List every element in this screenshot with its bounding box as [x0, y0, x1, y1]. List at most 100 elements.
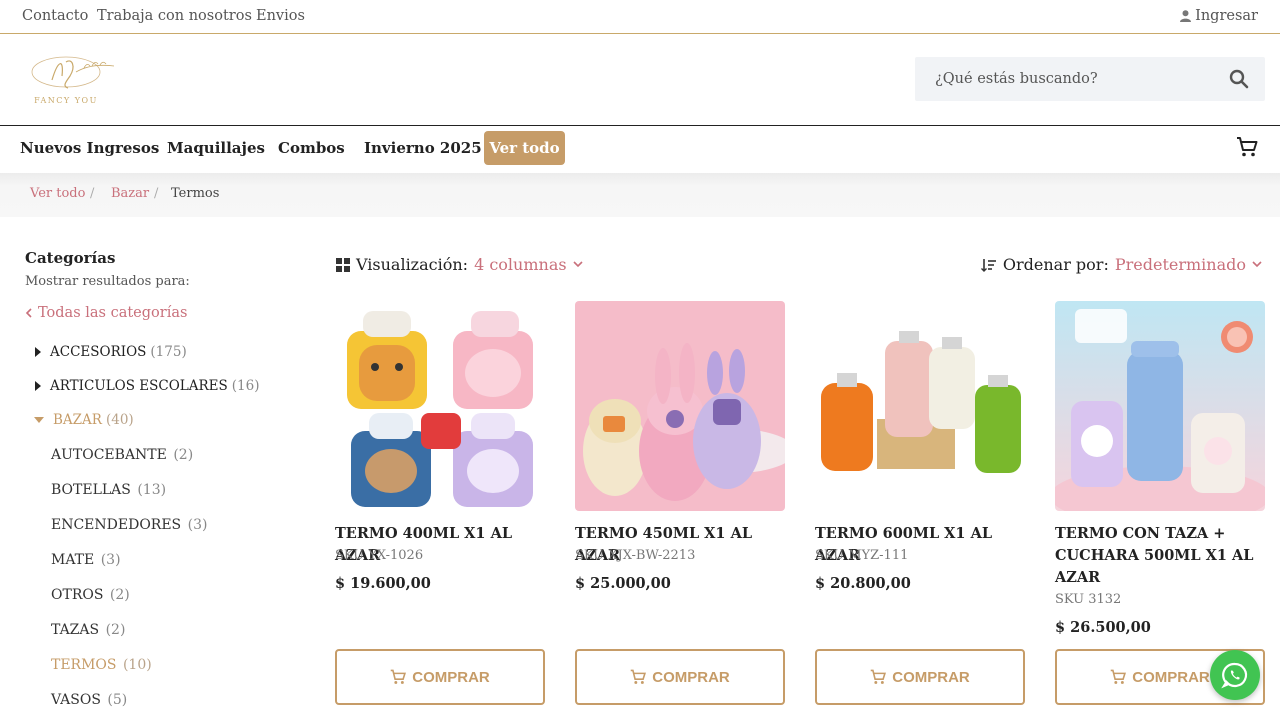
shipping-link[interactable]: Envios	[256, 8, 305, 24]
nav-item-invierno-2025[interactable]: Invierno 2025	[364, 139, 482, 157]
product-card: TERMO 450ML X1 AL AZAR SKU XJX-BW-2213 $…	[575, 301, 785, 592]
product-card: TERMO 600ML X1 AL AZAR SKU MYZ-111 $ 20.…	[815, 301, 1025, 592]
subcategory-encendedores[interactable]: ENCENDEDORES (3)	[51, 517, 207, 533]
svg-text:FANCY YOU: FANCY YOU	[34, 96, 98, 105]
product-card: TERMO 400ML X1 AL AZAR SKU YX-1026 $ 19.…	[335, 301, 545, 592]
subcategory-label: TERMOS	[51, 657, 117, 673]
breadcrumb-ver-todo[interactable]: Ver todo	[30, 186, 85, 201]
login-label: Ingresar	[1195, 8, 1258, 24]
product-image[interactable]	[575, 301, 785, 511]
cart-icon	[1110, 669, 1127, 684]
top-bar: Contacto Trabaja con nosotros Envios Ing…	[0, 0, 1280, 34]
view-dropdown[interactable]: 4 columnas	[474, 255, 583, 274]
nav-item-nuevos-ingresos[interactable]: Nuevos Ingresos	[20, 139, 159, 157]
all-categories-label: Todas las categorías	[38, 305, 188, 321]
category-label: BAZAR	[53, 412, 102, 428]
breadcrumb-separator: /	[90, 186, 95, 201]
sort-dropdown[interactable]: Predeterminado	[1115, 255, 1262, 274]
category-bazar[interactable]: BAZAR (40)	[34, 412, 134, 428]
product-sku: SKU YX-1026	[335, 548, 424, 563]
search-box	[915, 57, 1265, 101]
subcategory-label: ENCENDEDORES	[51, 517, 182, 533]
product-image[interactable]	[335, 301, 545, 511]
grid-icon	[336, 257, 350, 272]
sort-icon	[980, 258, 996, 272]
nav-item-maquillajes[interactable]: Maquillajes	[167, 139, 265, 157]
whatsapp-icon	[1221, 662, 1248, 689]
category-count: (16)	[231, 378, 260, 394]
buy-label: COMPRAR	[652, 668, 730, 686]
buy-label: COMPRAR	[892, 668, 970, 686]
view-selector: Visualización: 4 columnas	[336, 255, 583, 274]
search-input[interactable]	[915, 57, 1215, 101]
search-icon[interactable]	[1229, 69, 1249, 89]
product-name[interactable]: TERMO CON TAZA + CUCHARA 500ML X1 AL AZA…	[1055, 523, 1265, 589]
subcategory-label: AUTOCEBANTE	[51, 447, 167, 463]
subcategory-label: TAZAS	[51, 622, 100, 638]
cart-icon	[390, 669, 407, 684]
all-categories-link[interactable]: Todas las categorías	[25, 305, 187, 321]
breadcrumb-current: Termos	[171, 186, 220, 201]
subcategory-vasos[interactable]: VASOS (5)	[51, 692, 127, 708]
product-price: $ 19.600,00	[335, 575, 431, 592]
cart-icon	[630, 669, 647, 684]
product-price: $ 20.800,00	[815, 575, 911, 592]
subcategory-count: (2)	[173, 447, 194, 463]
subcategory-count: (3)	[187, 517, 208, 533]
sort-selector: Ordenar por: Predeterminado	[980, 255, 1262, 274]
product-card: TERMO CON TAZA + CUCHARA 500ML X1 AL AZA…	[1055, 301, 1265, 636]
whatsapp-button[interactable]	[1210, 650, 1260, 700]
subcategory-otros[interactable]: OTROS (2)	[51, 587, 130, 603]
caret-right-icon	[35, 347, 41, 357]
chevron-down-icon	[573, 261, 583, 268]
subcategory-label: BOTELLAS	[51, 482, 131, 498]
category-label: ACCESORIOS	[50, 344, 147, 360]
product-image[interactable]	[815, 301, 1025, 511]
logo[interactable]: FANCY YOU	[14, 52, 120, 110]
category-accesorios[interactable]: ACCESORIOS (175)	[35, 344, 187, 360]
buy-label: COMPRAR	[412, 668, 490, 686]
sidebar-subtitle: Mostrar resultados para:	[25, 274, 190, 289]
breadcrumb: Ver todo / Bazar / Termos	[0, 173, 1280, 217]
product-price: $ 25.000,00	[575, 575, 671, 592]
breadcrumb-bazar[interactable]: Bazar	[111, 186, 149, 201]
category-label: ARTICULOS ESCOLARES	[50, 378, 228, 394]
view-value: 4 columnas	[474, 255, 567, 274]
subcategory-count: (13)	[137, 482, 167, 498]
category-count: (40)	[105, 412, 134, 428]
subcategory-count: (2)	[109, 587, 130, 603]
login-link[interactable]: Ingresar	[1180, 8, 1258, 24]
product-sku: SKU XJX-BW-2213	[575, 548, 696, 563]
buy-button[interactable]: COMPRAR	[575, 649, 785, 705]
category-articulos-escolares[interactable]: ARTICULOS ESCOLARES (16)	[35, 378, 260, 394]
subcategory-tazas[interactable]: TAZAS (2)	[51, 622, 125, 638]
caret-right-icon	[35, 381, 41, 391]
subcategory-label: MATE	[51, 552, 95, 568]
sidebar-title: Categorías	[25, 249, 116, 267]
subcategory-mate[interactable]: MATE (3)	[51, 552, 121, 568]
view-all-button[interactable]: Ver todo	[484, 131, 565, 165]
caret-down-icon	[34, 417, 44, 423]
work-with-us-link[interactable]: Trabaja con nosotros	[97, 8, 252, 24]
contact-link[interactable]: Contacto	[22, 8, 88, 24]
chevron-left-icon	[25, 308, 32, 318]
user-icon	[1180, 10, 1192, 22]
cart-icon[interactable]	[1236, 136, 1258, 158]
chevron-down-icon	[1252, 261, 1262, 268]
product-image[interactable]	[1055, 301, 1265, 511]
subcategory-termos[interactable]: TERMOS (10)	[51, 657, 152, 673]
buy-button[interactable]: COMPRAR	[815, 649, 1025, 705]
sort-value: Predeterminado	[1114, 255, 1246, 274]
product-price: $ 26.500,00	[1055, 619, 1151, 636]
subcategory-label: VASOS	[51, 692, 101, 708]
subcategory-count: (10)	[122, 657, 152, 673]
subcategory-autocebante[interactable]: AUTOCEBANTE (2)	[51, 447, 193, 463]
buy-button[interactable]: COMPRAR	[335, 649, 545, 705]
subcategory-botellas[interactable]: BOTELLAS (13)	[51, 482, 166, 498]
subcategory-count: (2)	[105, 622, 126, 638]
category-count: (175)	[150, 344, 187, 360]
cart-icon	[870, 669, 887, 684]
nav-item-combos[interactable]: Combos	[278, 139, 345, 157]
view-label: Visualización:	[356, 255, 469, 274]
subcategory-label: OTROS	[51, 587, 104, 603]
